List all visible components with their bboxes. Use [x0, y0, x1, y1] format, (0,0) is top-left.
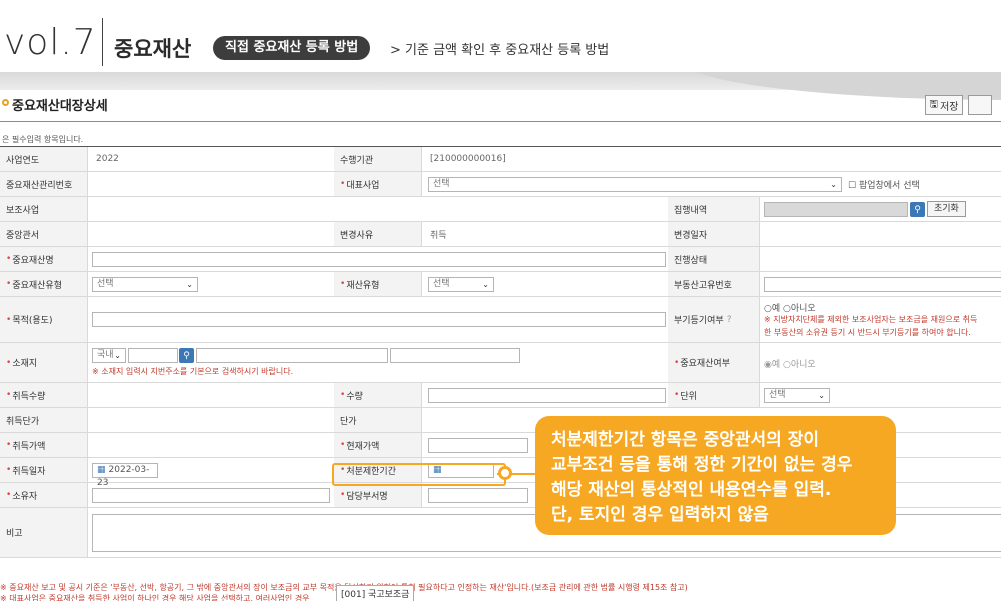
- form-row: • 취득수량 • 수량 • 단위 선택 ⌄: [0, 383, 1001, 408]
- dept-label: • 담당부서명: [334, 483, 422, 507]
- price-label: 단가: [334, 408, 422, 432]
- save-label: 저장: [940, 101, 959, 113]
- callout-line-1: 처분제한기간 항목은 중앙관서의 장이: [551, 430, 819, 450]
- popup-select-checkbox[interactable]: ☐ 팝업창에서 선택: [848, 178, 920, 191]
- save-button[interactable]: 🖫 저장: [925, 95, 963, 115]
- exec-label: 집행내역: [668, 197, 760, 221]
- unit-select[interactable]: 선택 ⌄: [764, 388, 830, 403]
- volume-label: vol.7: [4, 22, 97, 63]
- acq-date-input[interactable]: ▦ 2022-03-23: [92, 463, 158, 488]
- breadcrumb: > 기준 금액 확인 후 중요재산 등록 방법: [390, 43, 610, 58]
- type-label: • 중요재산유형: [0, 272, 88, 296]
- callout-line-2: 교부조건 등을 통해 정한 기간이 없는 경우: [551, 455, 853, 475]
- form-row: • 목적(용도) 부기등기여부? ○예 ○아니오 ※ 지방자치단체를 제외한 보조…: [0, 297, 1001, 343]
- calendar-icon: ▦: [97, 465, 106, 475]
- location-label: • 소재지: [0, 343, 88, 382]
- page-title: 중요재산대장상세: [12, 99, 108, 114]
- main-biz-label: • 대표사업: [334, 172, 422, 196]
- form-row: • 중요재산유형 선택 ⌄ • 재산유형 선택 ⌄ 부동산고유번호: [0, 272, 1001, 297]
- asset-type-label: • 재산유형: [334, 272, 422, 296]
- section-bullet-icon: [2, 99, 9, 106]
- status-label: 진행상태: [668, 247, 760, 271]
- location-warning: ※ 소재지 입력시 지번주소를 기본으로 검색하시기 바랍니다.: [92, 367, 294, 376]
- main-biz-select[interactable]: 선택 ⌄: [428, 177, 842, 192]
- callout-dot: [498, 466, 512, 480]
- address-input[interactable]: [196, 348, 388, 363]
- type-select[interactable]: 선택 ⌄: [92, 277, 198, 292]
- important-radio-group[interactable]: ◉예 ○아니오: [764, 357, 816, 370]
- purpose-input[interactable]: [92, 312, 666, 327]
- exec-input[interactable]: [764, 202, 908, 217]
- remark-label: 비고: [0, 508, 88, 557]
- form-row: 중요재산관리번호 • 대표사업 선택 ⌄ ☐ 팝업창에서 선택: [0, 172, 1001, 197]
- change-date-label: 변경일자: [668, 222, 760, 246]
- qty-input[interactable]: [428, 388, 666, 403]
- year-value: 2022: [96, 154, 119, 164]
- realty-no-input[interactable]: [764, 277, 1001, 292]
- topic-pill: 직접 중요재산 등록 방법: [213, 36, 371, 60]
- brand-title: 중요재산: [114, 37, 192, 61]
- change-reason-label: 변경사유: [334, 222, 422, 246]
- sub-biz-label: 보조사업: [0, 197, 88, 221]
- acq-value-label: • 취득가액: [0, 433, 88, 457]
- year-label: 사업연도: [0, 147, 88, 171]
- change-reason-value: 취득: [430, 230, 447, 241]
- search-icon[interactable]: ⚲: [910, 202, 925, 217]
- title-divider: [0, 121, 1001, 122]
- divider: [102, 18, 103, 66]
- ministry-label: 중앙관서: [0, 222, 88, 246]
- owner-input[interactable]: [92, 488, 330, 503]
- agency-value: [210000000016]: [430, 154, 506, 164]
- dept-input[interactable]: [428, 488, 528, 503]
- address-search-icon[interactable]: ⚲: [179, 348, 194, 363]
- reset-button[interactable]: 초기화: [927, 201, 966, 217]
- name-input[interactable]: [92, 252, 666, 267]
- asset-type-select[interactable]: 선택 ⌄: [428, 277, 494, 292]
- reg-warning: ※ 지방자치단체를 제외한 보조사업자는 보조금을 재원으로 취득: [764, 315, 978, 324]
- unit-label: • 단위: [668, 383, 760, 407]
- mgmt-no-label: 중요재산관리번호: [0, 172, 88, 196]
- form-row: • 중요재산명 진행상태: [0, 247, 1001, 272]
- name-label: • 중요재산명: [0, 247, 88, 271]
- address-detail-input[interactable]: [390, 348, 520, 363]
- budget-tooltip: [001] 국고보조금: [336, 585, 415, 601]
- cur-value-label: • 현재가액: [334, 433, 422, 457]
- footer-note-2: ※ 대표사업은 중요재산을 취득한 사업이 하나인 경우 해당 사업을 선택하고…: [0, 594, 310, 601]
- guide-banner: vol.7 중요재산 직접 중요재산 등록 방법 > 기준 금액 확인 후 중요…: [0, 0, 1001, 72]
- callout-line-3: 해당 재산의 통상적인 내용연수를 입력.: [551, 480, 832, 500]
- realty-no-label: 부동산고유번호: [668, 272, 760, 296]
- list-button[interactable]: [968, 95, 992, 115]
- purpose-label: • 목적(용도): [0, 297, 88, 342]
- acq-date-label: • 취득일자: [0, 458, 88, 482]
- reg-warning-2: 한 부동산의 소유권 등기 시 반드시 부기등기를 하여야 합니다.: [764, 328, 971, 337]
- acq-price-label: 취득단가: [0, 408, 88, 432]
- location-select[interactable]: 국내 ⌄: [92, 348, 126, 363]
- owner-label: • 소유자: [0, 483, 88, 507]
- form-row: 중앙관서 변경사유 취득 변경일자: [0, 222, 1001, 247]
- form-row: • 소재지 국내 ⌄ ⚲ ※ 소재지 입력시 지번주소를 기본으로 검색하시기 바랍…: [0, 343, 1001, 383]
- save-icon: 🖫: [929, 98, 939, 110]
- important-label: • 중요재산여부: [668, 343, 760, 382]
- restrict-highlight: [332, 463, 506, 486]
- callout-line-4: 단, 토지인 경우 입력하지 않음: [551, 505, 769, 525]
- form-row: 보조사업 집행내역 ⚲ 초기화: [0, 197, 1001, 222]
- reg-label: 부기등기여부?: [668, 297, 760, 342]
- qty-label: • 수량: [334, 383, 422, 407]
- form-row: 사업연도 2022 수행기관 [210000000016]: [0, 147, 1001, 172]
- cur-value-input[interactable]: [428, 438, 528, 453]
- zipcode-input[interactable]: [128, 348, 178, 363]
- callout-box: 처분제한기간 항목은 중앙관서의 장이 교부조건 등을 통해 정한 기간이 없는…: [535, 416, 896, 535]
- acq-qty-label: • 취득수량: [0, 383, 88, 407]
- required-note: 은 필수입력 항목입니다.: [2, 135, 84, 144]
- agency-label: 수행기관: [334, 147, 422, 171]
